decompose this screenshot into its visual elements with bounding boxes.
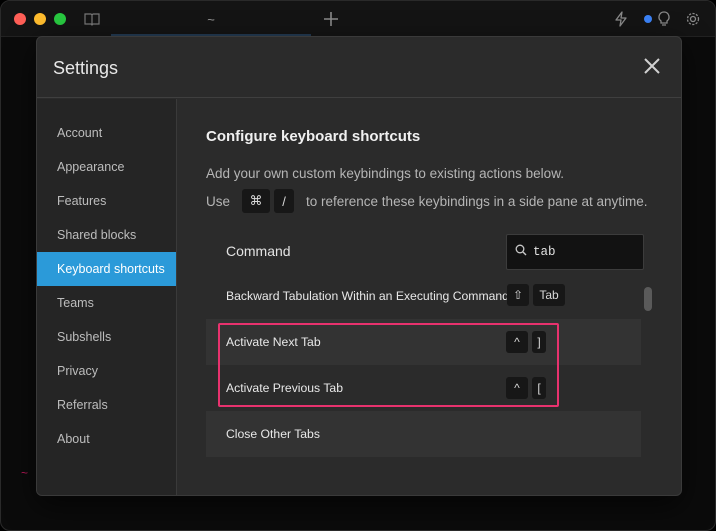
sidebar-item-features[interactable]: Features [37, 184, 176, 218]
slash-key: / [274, 189, 295, 213]
settings-modal: Settings Account Appearance Features Sha… [36, 36, 682, 496]
close-button[interactable] [638, 54, 666, 82]
sidebar-item-referrals[interactable]: Referrals [37, 388, 176, 422]
shortcut-keys[interactable]: ⇧ Tab [507, 284, 565, 306]
search-icon [515, 243, 527, 261]
shortcut-label: Activate Next Tab [226, 335, 321, 349]
use-label: Use [206, 193, 231, 209]
sidebar-item-subshells[interactable]: Subshells [37, 320, 176, 354]
shortcut-hint: Use ⌘ / to reference these keybindings i… [206, 189, 647, 213]
shortcut-label: Activate Previous Tab [226, 381, 343, 395]
shortcut-row[interactable]: Backward Tabulation Within an Executing … [206, 273, 641, 319]
close-icon [643, 57, 661, 80]
shortcut-label: Close Other Tabs [226, 427, 320, 441]
control-key: ^ [506, 377, 528, 399]
modal-title: Settings [53, 58, 119, 78]
shift-key: ⇧ [507, 284, 529, 306]
book-icon[interactable] [83, 10, 101, 28]
shortcut-row[interactable]: Activate Next Tab ^ ] [206, 319, 641, 365]
settings-content: Configure keyboard shortcuts Add your ow… [178, 99, 681, 495]
sidebar-item-keyboard-shortcuts[interactable]: Keyboard shortcuts [37, 252, 176, 286]
minimize-window-button[interactable] [34, 13, 46, 25]
shortcut-keys[interactable]: ^ ] [506, 331, 546, 353]
scrollbar[interactable] [644, 287, 652, 311]
lightning-icon[interactable] [612, 10, 630, 28]
shortcut-search[interactable] [506, 234, 644, 270]
terminal-prompt: ~ [21, 466, 29, 480]
sidebar-item-account[interactable]: Account [37, 116, 176, 150]
app-window: ~ ~ Settings Account Appearance Features… [0, 0, 716, 531]
right-bracket-key: ] [532, 331, 546, 353]
search-input[interactable] [533, 245, 633, 259]
shortcut-row[interactable]: Close Other Tabs [206, 411, 641, 457]
command-column-header: Command [226, 243, 291, 259]
lightbulb-icon[interactable] [655, 10, 673, 28]
title-bar: ~ [1, 1, 715, 37]
shortcut-label: Backward Tabulation Within an Executing … [226, 289, 509, 303]
tab-title[interactable]: ~ [111, 1, 311, 37]
tab-key: Tab [533, 284, 565, 306]
description-text: Add your own custom keybindings to exist… [206, 166, 564, 181]
sidebar-item-shared-blocks[interactable]: Shared blocks [37, 218, 176, 252]
close-window-button[interactable] [14, 13, 26, 25]
hint-suffix: to reference these keybindings in a side… [306, 193, 648, 209]
left-bracket-key: [ [532, 377, 546, 399]
settings-sidebar: Account Appearance Features Shared block… [37, 99, 177, 495]
page-title: Configure keyboard shortcuts [206, 128, 421, 145]
control-key: ^ [506, 331, 528, 353]
modal-header: Settings [37, 37, 681, 98]
sidebar-item-privacy[interactable]: Privacy [37, 354, 176, 388]
status-dot [644, 15, 652, 23]
shortcut-row[interactable]: Activate Previous Tab ^ [ [206, 365, 641, 411]
command-key: ⌘ [242, 189, 271, 213]
sidebar-item-about[interactable]: About [37, 422, 176, 456]
new-tab-plus-icon[interactable] [322, 10, 340, 28]
sidebar-item-teams[interactable]: Teams [37, 286, 176, 320]
maximize-window-button[interactable] [54, 13, 66, 25]
gear-icon[interactable] [684, 10, 702, 28]
shortcut-keys[interactable]: ^ [ [506, 377, 546, 399]
sidebar-item-appearance[interactable]: Appearance [37, 150, 176, 184]
